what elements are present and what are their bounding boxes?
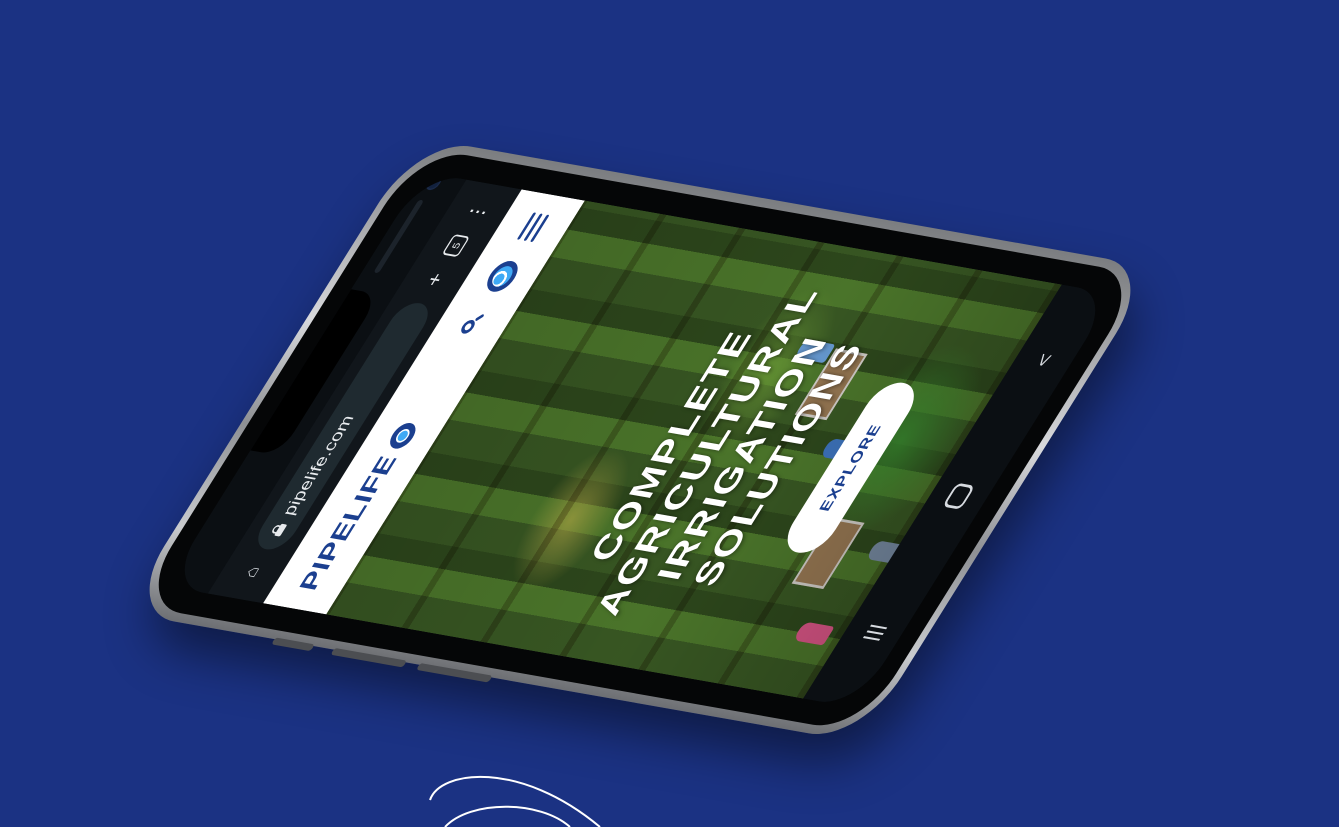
recent-apps-icon[interactable]: ||| <box>853 614 895 652</box>
back-icon[interactable]: < <box>1023 341 1065 379</box>
search-icon[interactable] <box>456 310 489 337</box>
volume-up-button <box>271 637 315 652</box>
menu-icon[interactable] <box>516 212 550 243</box>
plus-icon[interactable]: + <box>417 266 452 293</box>
more-icon[interactable]: ⋮ <box>459 198 494 225</box>
home-nav-icon[interactable] <box>942 482 976 510</box>
globe-icon[interactable] <box>481 259 524 294</box>
logo-mark-icon <box>385 421 421 451</box>
home-icon[interactable]: ⌂ <box>236 560 267 585</box>
phone-mockup: ⌂ pipelife.com + 5 ⋮ PIPELIFE COMPLETE A… <box>0 0 1339 827</box>
lock-icon <box>269 523 287 537</box>
phone-screen: ⌂ pipelife.com + 5 ⋮ PIPELIFE COMPLETE A… <box>165 172 1115 708</box>
front-camera <box>423 173 445 192</box>
tabs-icon[interactable]: 5 <box>441 234 471 258</box>
phone-body: ⌂ pipelife.com + 5 ⋮ PIPELIFE COMPLETE A… <box>122 137 1158 743</box>
